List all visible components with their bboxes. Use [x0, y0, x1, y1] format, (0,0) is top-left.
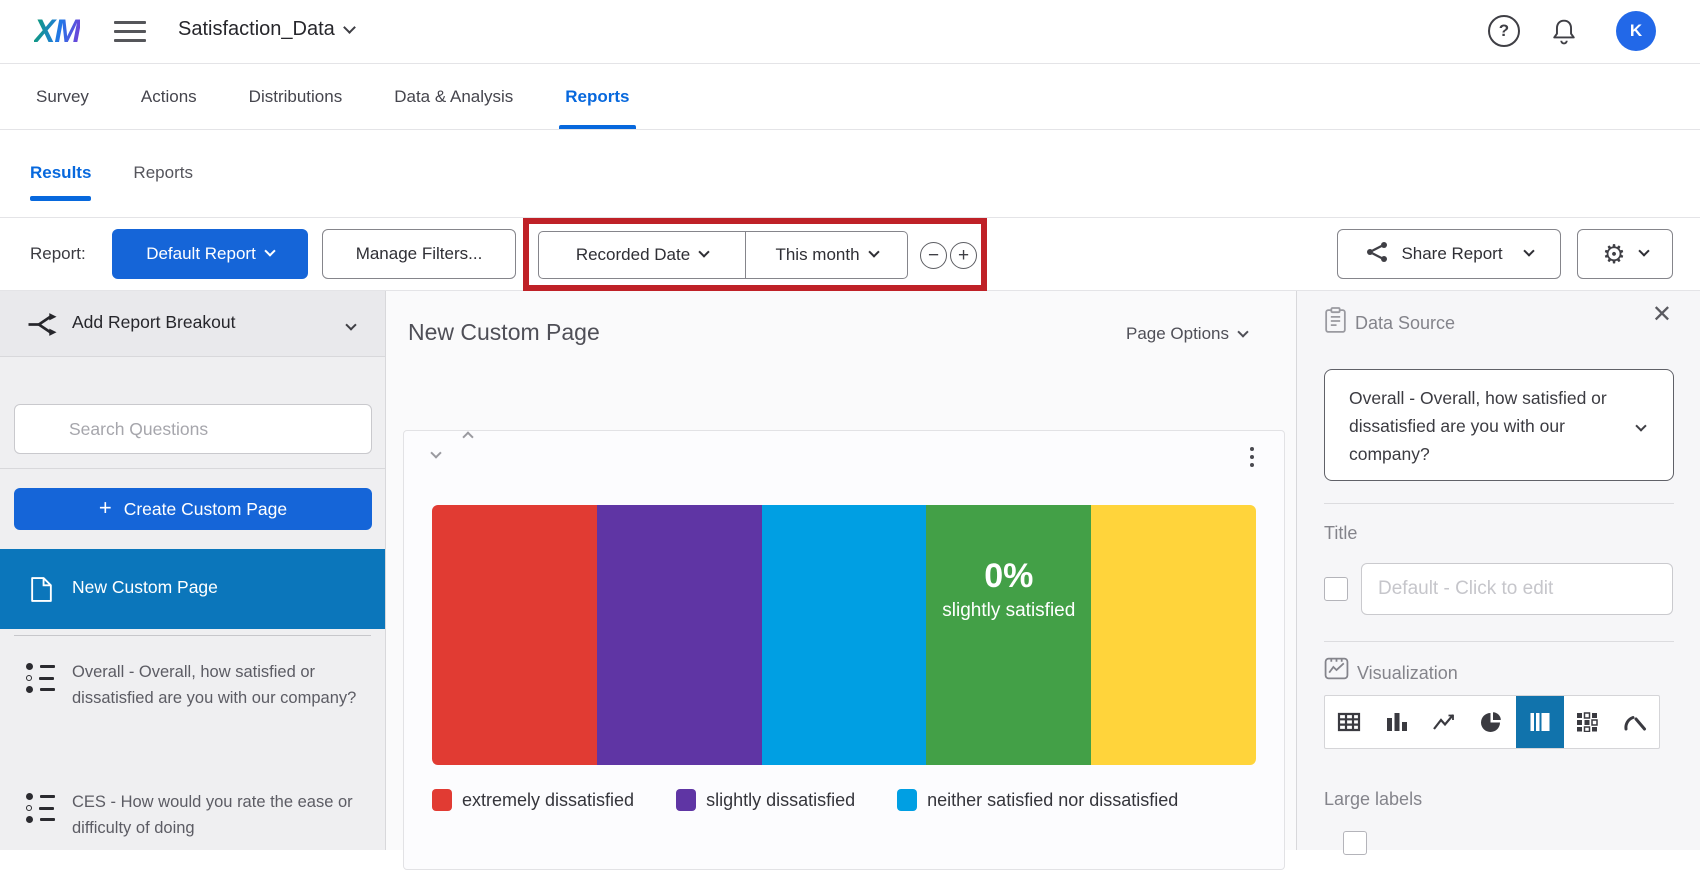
bar-segment[interactable] — [1091, 505, 1256, 765]
top-bar: XM Satisfaction_Data ? K — [0, 0, 1700, 64]
pie-chart-icon[interactable] — [1468, 696, 1516, 748]
manage-filters-button[interactable]: Manage Filters... — [322, 229, 516, 279]
subtab-results[interactable]: Results — [30, 163, 91, 185]
content-area: Add Report Breakout + Create Custom Page… — [0, 291, 1700, 850]
legend-swatch — [432, 789, 452, 811]
large-labels-label: Large labels — [1324, 789, 1422, 810]
add-report-breakout[interactable]: Add Report Breakout — [0, 291, 385, 357]
main-nav: Survey Actions Distributions Data & Anal… — [0, 64, 1700, 130]
default-report-dropdown[interactable]: Default Report — [112, 229, 308, 279]
tab-data-analysis[interactable]: Data & Analysis — [394, 64, 513, 129]
remove-filter-button[interactable]: − — [920, 242, 947, 269]
reports-subnav: Results Reports — [0, 130, 1700, 218]
chevron-down-icon — [1635, 420, 1646, 431]
legend-item: extremely dissatisfied — [432, 789, 634, 811]
legend-item: neither satisfied nor dissatisfied — [897, 789, 1178, 811]
chevron-down-icon — [1638, 245, 1649, 256]
segment-data-label: 0%slightly satisfied — [926, 557, 1091, 622]
divider — [1324, 641, 1674, 642]
line-chart-icon[interactable] — [1420, 696, 1468, 748]
visualization-icon — [1324, 657, 1349, 685]
data-source-label: Data Source — [1355, 313, 1455, 334]
hamburger-menu-icon[interactable] — [114, 21, 146, 48]
chevron-down-icon — [1523, 245, 1534, 256]
page-title: New Custom Page — [408, 319, 600, 346]
breakout-split-icon — [26, 311, 58, 343]
chevron-down-icon — [343, 21, 356, 34]
divider — [14, 635, 371, 636]
notifications-bell-icon[interactable] — [1551, 17, 1577, 51]
breakout-label: Add Report Breakout — [72, 312, 235, 333]
tab-reports[interactable]: Reports — [565, 64, 629, 129]
plus-icon: + — [99, 495, 112, 521]
chart-legend: extremely dissatisfied slightly dissatisf… — [432, 789, 1178, 811]
chevron-down-icon — [868, 246, 879, 257]
legend-swatch — [676, 789, 696, 811]
left-sidebar: Add Report Breakout + Create Custom Page… — [0, 291, 386, 850]
date-range-dropdown[interactable]: This month — [746, 231, 908, 279]
gauge-icon[interactable] — [1611, 696, 1659, 748]
visualization-selector — [1324, 695, 1660, 749]
tab-survey[interactable]: Survey — [36, 64, 89, 129]
widget-menu-icon[interactable] — [1250, 447, 1254, 471]
user-avatar[interactable]: K — [1616, 11, 1656, 51]
date-field-dropdown[interactable]: Recorded Date — [538, 231, 746, 279]
chevron-down-icon — [1237, 326, 1248, 337]
visualization-widget: 0%slightly satisfied extremely dissatisf… — [403, 430, 1285, 870]
data-table-icon[interactable] — [1564, 696, 1612, 748]
bar-chart-icon[interactable] — [1373, 696, 1421, 748]
add-filter-button[interactable]: + — [950, 242, 977, 269]
large-labels-checkbox[interactable] — [1343, 831, 1367, 855]
question-label: Overall - Overall, how satisfied or diss… — [72, 659, 364, 711]
visualization-label: Visualization — [1357, 663, 1458, 684]
chevron-down-icon — [345, 319, 356, 330]
share-report-dropdown[interactable]: Share Report — [1337, 229, 1561, 279]
create-custom-page-button[interactable]: + Create Custom Page — [14, 488, 372, 530]
data-source-dropdown[interactable]: Overall - Overall, how satisfied or diss… — [1324, 369, 1674, 481]
settings-panel: Data Source ✕ Overall - Overall, how sat… — [1296, 291, 1700, 850]
divider — [0, 468, 385, 469]
title-label: Title — [1324, 523, 1357, 544]
stacked-bar-icon[interactable] — [1516, 696, 1564, 748]
report-toolbar: Report: Default Report Manage Filters...… — [0, 218, 1700, 291]
bar-segment[interactable] — [597, 505, 762, 765]
move-up-icon[interactable] — [462, 431, 473, 442]
report-settings-dropdown[interactable]: ⚙ — [1577, 229, 1673, 279]
report-label: Report: — [30, 244, 86, 264]
subtab-reports[interactable]: Reports — [133, 163, 193, 185]
bullet-list-icon — [26, 663, 55, 698]
tab-actions[interactable]: Actions — [141, 64, 197, 129]
main-area: New Custom Page Page Options 0%slightly … — [387, 291, 1295, 850]
page-icon — [30, 576, 53, 608]
legend-swatch — [897, 789, 917, 811]
share-icon — [1365, 241, 1389, 268]
sidebar-item-new-custom-page[interactable]: New Custom Page — [0, 549, 385, 629]
gear-icon: ⚙ — [1602, 241, 1625, 267]
xm-logo: XM — [34, 13, 80, 50]
bullet-list-icon — [26, 793, 55, 828]
bar-segment[interactable]: 0%slightly satisfied — [926, 505, 1091, 765]
question-label: CES - How would you rate the ease or dif… — [72, 789, 364, 841]
date-filter-group: Recorded Date This month — [538, 231, 908, 279]
stacked-bar: 0%slightly satisfied — [432, 505, 1256, 765]
divider — [1324, 503, 1674, 504]
legend-item: slightly dissatisfied — [676, 789, 855, 811]
clipboard-icon — [1324, 307, 1347, 339]
bar-segment[interactable] — [432, 505, 597, 765]
tab-distributions[interactable]: Distributions — [249, 64, 343, 129]
title-checkbox[interactable] — [1324, 577, 1348, 601]
close-icon[interactable]: ✕ — [1652, 303, 1672, 327]
help-icon[interactable]: ? — [1488, 15, 1520, 47]
bar-segment[interactable] — [762, 505, 927, 765]
table-icon[interactable] — [1325, 696, 1373, 748]
chevron-down-icon — [699, 246, 710, 257]
search-questions-input[interactable] — [14, 404, 372, 454]
move-down-icon[interactable] — [430, 447, 441, 458]
chevron-down-icon — [264, 245, 275, 256]
survey-name-dropdown[interactable]: Satisfaction_Data — [178, 18, 354, 41]
page-options-dropdown[interactable]: Page Options — [1126, 324, 1247, 344]
title-input[interactable] — [1361, 563, 1673, 615]
